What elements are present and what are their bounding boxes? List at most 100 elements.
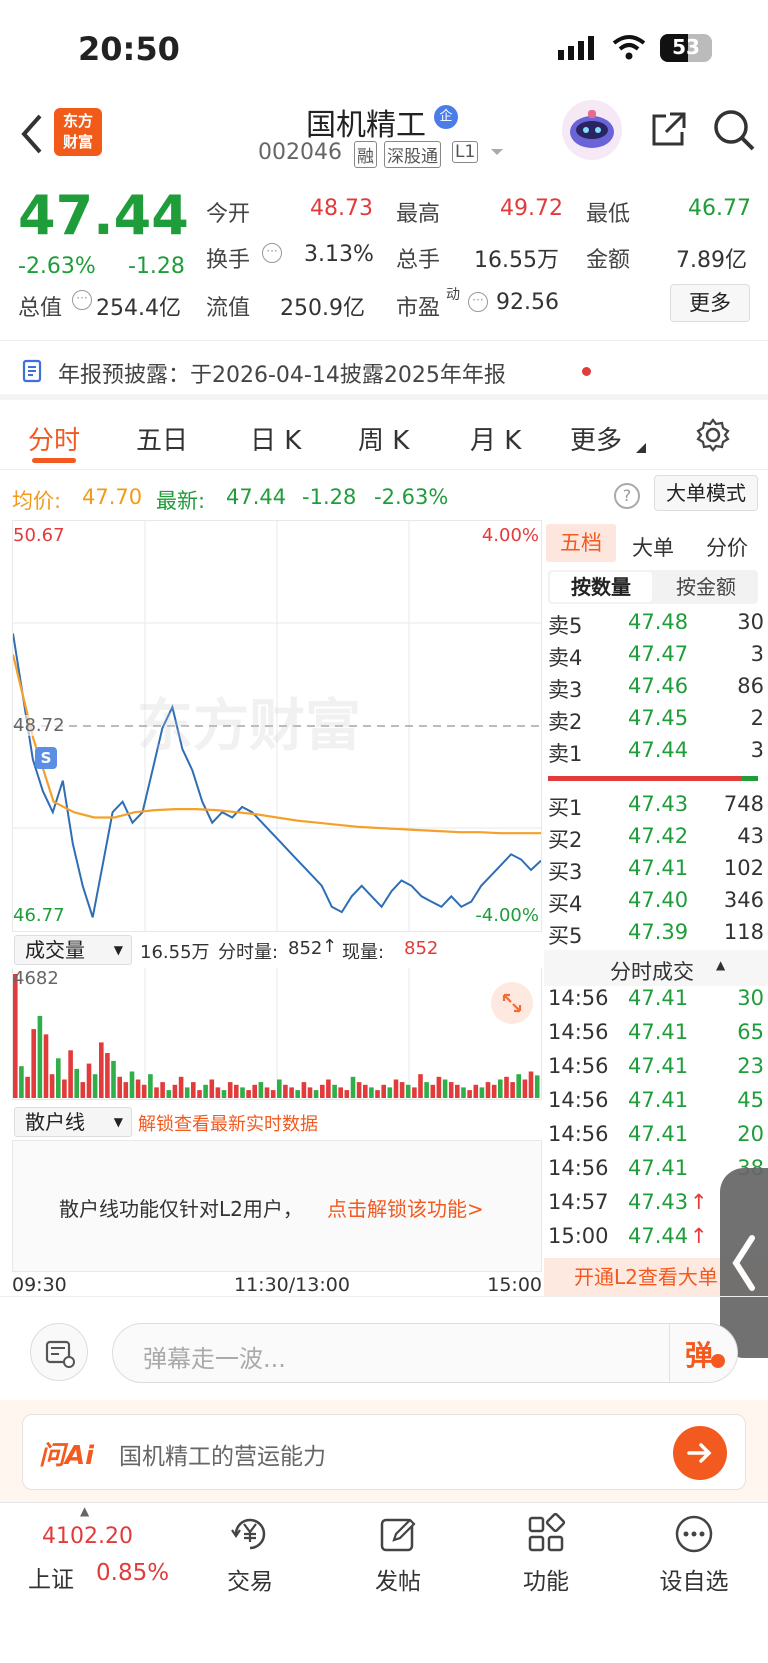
- tab-big-order[interactable]: 大单: [632, 532, 674, 562]
- intraday-chart[interactable]: 东方财富 50.67 4.00% 48.72 46.77 -4.00% S: [12, 520, 542, 932]
- volume-bar: [270, 1090, 276, 1098]
- nav-functions[interactable]: 功能: [496, 1512, 596, 1596]
- tab-daily-k[interactable]: 日 K: [250, 420, 301, 457]
- volume-selector[interactable]: 成交量 ▼: [14, 935, 132, 965]
- tab-weekly-k[interactable]: 周 K: [358, 420, 409, 457]
- volume-label: 总手: [396, 248, 441, 273]
- index-ticker[interactable]: ▲ 4102.20 上证 0.85%: [20, 1504, 169, 1604]
- pct-top-label: 4.00%: [481, 525, 539, 546]
- volume-bar: [534, 1075, 540, 1098]
- trade-row: 14:56 47.41 65: [548, 1020, 764, 1044]
- latest-change-pct: -2.63%: [374, 485, 449, 509]
- now-volume-value: 852: [404, 938, 439, 959]
- nav-post[interactable]: 发帖: [348, 1512, 448, 1596]
- pe-label: 市盈: [396, 296, 441, 321]
- high-value: 49.72: [500, 196, 563, 221]
- index-pct: 0.85%: [96, 1560, 170, 1586]
- help-icon[interactable]: ?: [614, 483, 640, 509]
- volume-bar: [491, 1084, 497, 1098]
- pct-bottom-label: -4.00%: [475, 905, 539, 926]
- big-order-mode-button[interactable]: 大单模式: [654, 475, 758, 511]
- info-icon[interactable]: ···: [468, 292, 488, 312]
- volume-bar: [68, 1050, 73, 1098]
- tab-price-distribution[interactable]: 分价: [706, 532, 748, 562]
- gear-icon[interactable]: [696, 418, 730, 456]
- danmu-placeholder: 弹幕走一波...: [143, 1345, 286, 1373]
- float-cap-label: 流值: [206, 296, 251, 321]
- arrow-right-icon[interactable]: [673, 1426, 727, 1480]
- tab-monthly-k[interactable]: 月 K: [470, 420, 521, 457]
- status-bar: 20:50 53: [0, 0, 768, 100]
- bid-row: 买2 47.42 43: [548, 824, 764, 852]
- ai-input[interactable]: 问Ai 国机精工的营运能力: [22, 1414, 746, 1490]
- nav-trade[interactable]: 交易: [200, 1512, 300, 1596]
- signal-marker[interactable]: S: [35, 747, 57, 769]
- trade-row: 14:56 47.41 23: [548, 1054, 764, 1078]
- trades-header[interactable]: 分时成交 ▲: [544, 950, 768, 986]
- volume-bar: [62, 1079, 67, 1098]
- index-name: 上证: [28, 1567, 74, 1593]
- app-logo: 东方 财富: [54, 108, 102, 156]
- y-bottom-label: 46.77: [13, 905, 65, 926]
- retail-selector[interactable]: 散户线 ▼: [14, 1107, 132, 1137]
- danmu-input[interactable]: 弹幕走一波... 弹: [112, 1323, 738, 1383]
- volume-bar: [252, 1084, 257, 1098]
- volume-bar: [141, 1084, 147, 1098]
- sub-tab-by-amount[interactable]: 按金额: [656, 572, 756, 602]
- expand-icon[interactable]: [491, 982, 533, 1024]
- volume-bar: [258, 1082, 264, 1098]
- info-icon[interactable]: ···: [72, 290, 92, 310]
- share-icon[interactable]: [648, 110, 688, 154]
- stock-code: 002046: [258, 140, 342, 165]
- trade-row: 14:56 47.41 45: [548, 1088, 764, 1112]
- more-button[interactable]: 更多: [670, 284, 750, 322]
- high-label: 最高: [396, 202, 441, 227]
- volume-bar: [436, 1076, 442, 1098]
- volume-bar: [338, 1087, 343, 1098]
- annual-report-notice[interactable]: 年报预披露：于2026-04-14披露2025年年报: [0, 340, 768, 400]
- search-icon[interactable]: [712, 108, 756, 156]
- volume-bar: [467, 1090, 472, 1098]
- volume-bar: [178, 1076, 184, 1098]
- tab-more[interactable]: 更多: [570, 420, 622, 457]
- chevron-down-icon[interactable]: [490, 144, 504, 163]
- nav-add-watchlist[interactable]: 设自选: [644, 1512, 744, 1596]
- triangle-up-icon: ▲: [80, 1504, 90, 1518]
- danmu-send-button[interactable]: 弹: [685, 1334, 713, 1374]
- volume-bar: [123, 1082, 129, 1098]
- volume-bar: [31, 1029, 36, 1098]
- price-summary-bar: 均价: 47.70 最新: 47.44 -1.28 -2.63% ? 大单模式: [0, 475, 768, 519]
- robot-assistant-icon[interactable]: [562, 100, 622, 160]
- volume-chart[interactable]: 4682: [12, 968, 542, 1100]
- retail-line-panel: 散户线功能仅针对L2用户， 点击解锁该功能>: [12, 1140, 542, 1272]
- time-label-open: 09:30: [12, 1274, 67, 1296]
- volume-bar: [326, 1079, 331, 1098]
- danmu-settings-icon[interactable]: [30, 1323, 88, 1381]
- volume-bar: [74, 1068, 79, 1098]
- info-icon[interactable]: ···: [262, 243, 282, 263]
- ai-assistant-bar: 问Ai 国机精工的营运能力: [0, 1400, 768, 1502]
- amount-value: 7.89亿: [676, 248, 747, 273]
- tab-five-level[interactable]: 五档: [546, 524, 616, 562]
- tab-intraday[interactable]: 分时: [28, 420, 80, 457]
- volume-bar: [160, 1082, 165, 1098]
- volume-bar: [240, 1087, 245, 1098]
- unlock-feature-link[interactable]: 点击解锁该功能>: [327, 1193, 484, 1222]
- volume-bar: [135, 1079, 141, 1098]
- float-cap-value: 250.9亿: [280, 296, 365, 321]
- arrow-up-icon: ↑: [690, 1190, 708, 1214]
- volume-value: 16.55万: [474, 248, 559, 273]
- back-icon[interactable]: [18, 112, 44, 160]
- active-tab-indicator: [32, 458, 76, 463]
- trade-row: 14:56 47.41 30: [548, 986, 764, 1010]
- volume-bar: [246, 1090, 251, 1098]
- volume-bar: [442, 1079, 448, 1098]
- latest-change: -1.28: [302, 485, 357, 509]
- unlock-realtime-link[interactable]: 解锁查看最新实时数据: [138, 1110, 318, 1136]
- volume-bar: [510, 1082, 515, 1098]
- pe-sup: 动: [446, 287, 460, 303]
- sub-tab-by-quantity[interactable]: 按数量: [550, 572, 652, 602]
- index-value: 4102.20: [42, 1524, 133, 1549]
- tab-five-day[interactable]: 五日: [136, 420, 188, 457]
- volume-bar: [350, 1076, 356, 1098]
